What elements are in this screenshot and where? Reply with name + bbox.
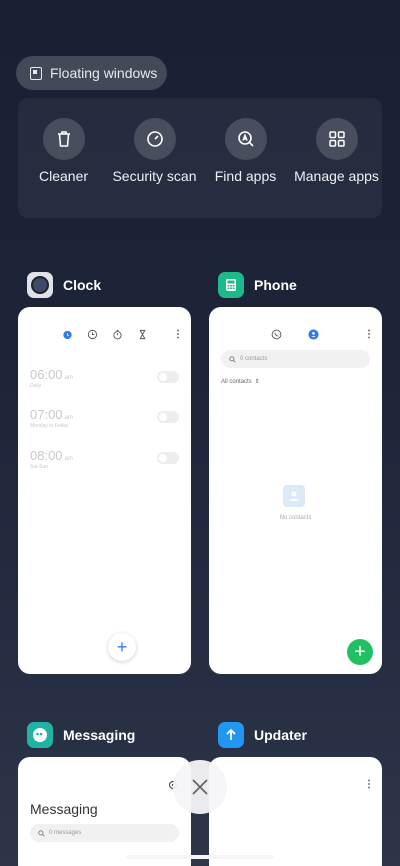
contacts-filter-label: All contacts (221, 378, 252, 385)
find-apps-icon (224, 118, 267, 160)
cleaner-label: Cleaner (38, 168, 89, 184)
plus-icon: + (116, 636, 128, 657)
alarm-ampm: am (64, 375, 73, 381)
security-scan-button[interactable]: Security scan (112, 118, 198, 218)
floating-window-icon (30, 66, 42, 80)
manage-apps-label: Manage apps (294, 168, 379, 184)
trash-icon (42, 118, 85, 160)
updater-app-icon (218, 722, 244, 748)
phone-tabs (271, 329, 319, 340)
alarm-time: 06:00 (30, 367, 63, 382)
messages-search-placeholder: 0 messages (49, 830, 82, 836)
more-options-icon[interactable]: ⋮ (364, 780, 374, 790)
alarm-repeat: Daily (30, 383, 42, 389)
alarm-repeat: Monday to Friday (30, 423, 69, 429)
alarm-toggle[interactable] (157, 371, 179, 383)
alarm-toggle[interactable] (157, 411, 179, 423)
phone-app-header: Phone (218, 272, 297, 298)
search-icon (38, 829, 45, 837)
clock-app-header: Clock (27, 272, 101, 298)
clock-app-name: Clock (63, 277, 102, 293)
world-clock-icon[interactable] (87, 329, 98, 340)
alarm-icon[interactable] (62, 329, 73, 340)
phone-app-card[interactable]: ⋮ 0 contacts All contacts ⇕ No contacts … (209, 307, 382, 674)
empty-contacts-text: No contacts (279, 515, 312, 521)
more-options-icon[interactable]: ⋮ (364, 330, 374, 340)
close-icon (192, 779, 208, 795)
phone-app-icon (218, 272, 244, 298)
contacts-search-placeholder: 0 contacts (240, 356, 268, 362)
floating-windows-button[interactable]: Floating windows (16, 56, 167, 90)
clock-tabs (62, 329, 148, 340)
find-apps-button[interactable]: Find apps (203, 118, 289, 218)
empty-contacts-icon (283, 485, 305, 507)
alarm-row[interactable]: 08:00 am Sat-Sun (30, 448, 179, 478)
messaging-app-card[interactable]: Messaging 0 messages (18, 757, 191, 866)
manage-apps-button[interactable]: Manage apps (294, 118, 380, 218)
find-apps-label: Find apps (214, 168, 277, 184)
contacts-search-input[interactable]: 0 contacts (221, 350, 370, 368)
more-options-icon[interactable]: ⋮ (173, 330, 183, 340)
floating-windows-label: Floating windows (50, 65, 158, 81)
alarm-time: 08:00 (30, 448, 63, 463)
grid-icon (315, 118, 358, 160)
chevron-updown-icon: ⇕ (254, 379, 260, 385)
search-icon (229, 355, 236, 363)
dialer-icon[interactable] (271, 329, 282, 340)
alarm-row[interactable]: 06:00 am Daily (30, 367, 179, 397)
contacts-filter-dropdown[interactable]: All contacts ⇕ (221, 378, 260, 386)
messaging-app-icon (27, 722, 53, 748)
updater-app-card[interactable]: ⋮ (209, 757, 382, 866)
messages-search-input[interactable]: 0 messages (30, 824, 179, 842)
stopwatch-icon[interactable] (112, 329, 123, 340)
messaging-title: Messaging (30, 801, 98, 817)
close-all-button[interactable] (173, 760, 227, 814)
security-scan-label: Security scan (112, 168, 197, 184)
security-gauge-icon (133, 118, 176, 160)
alarm-repeat: Sat-Sun (30, 464, 49, 470)
phone-app-name: Phone (254, 277, 297, 293)
alarm-time: 07:00 (30, 407, 63, 422)
alarm-ampm: am (64, 456, 73, 462)
clock-app-icon (27, 272, 53, 298)
updater-app-header: Updater (218, 722, 307, 748)
updater-app-name: Updater (254, 727, 307, 743)
quick-actions-panel: Cleaner Security scan Find apps Manage a… (18, 98, 382, 218)
timer-icon[interactable] (137, 329, 148, 340)
clock-app-card[interactable]: ⋮ 06:00 am Daily 07:00 am Monday to Friday… (18, 307, 191, 674)
alarm-toggle[interactable] (157, 452, 179, 464)
messaging-app-name: Messaging (63, 727, 136, 743)
messaging-app-header: Messaging (27, 722, 135, 748)
cleaner-button[interactable]: Cleaner (21, 118, 107, 218)
alarm-row[interactable]: 07:00 am Monday to Friday (30, 407, 179, 437)
add-contact-button[interactable]: + (347, 639, 373, 665)
plus-icon: + (354, 640, 366, 663)
add-alarm-button[interactable]: + (108, 633, 136, 661)
home-indicator[interactable] (126, 855, 274, 859)
alarm-ampm: am (64, 415, 73, 421)
contacts-icon[interactable] (308, 329, 319, 340)
